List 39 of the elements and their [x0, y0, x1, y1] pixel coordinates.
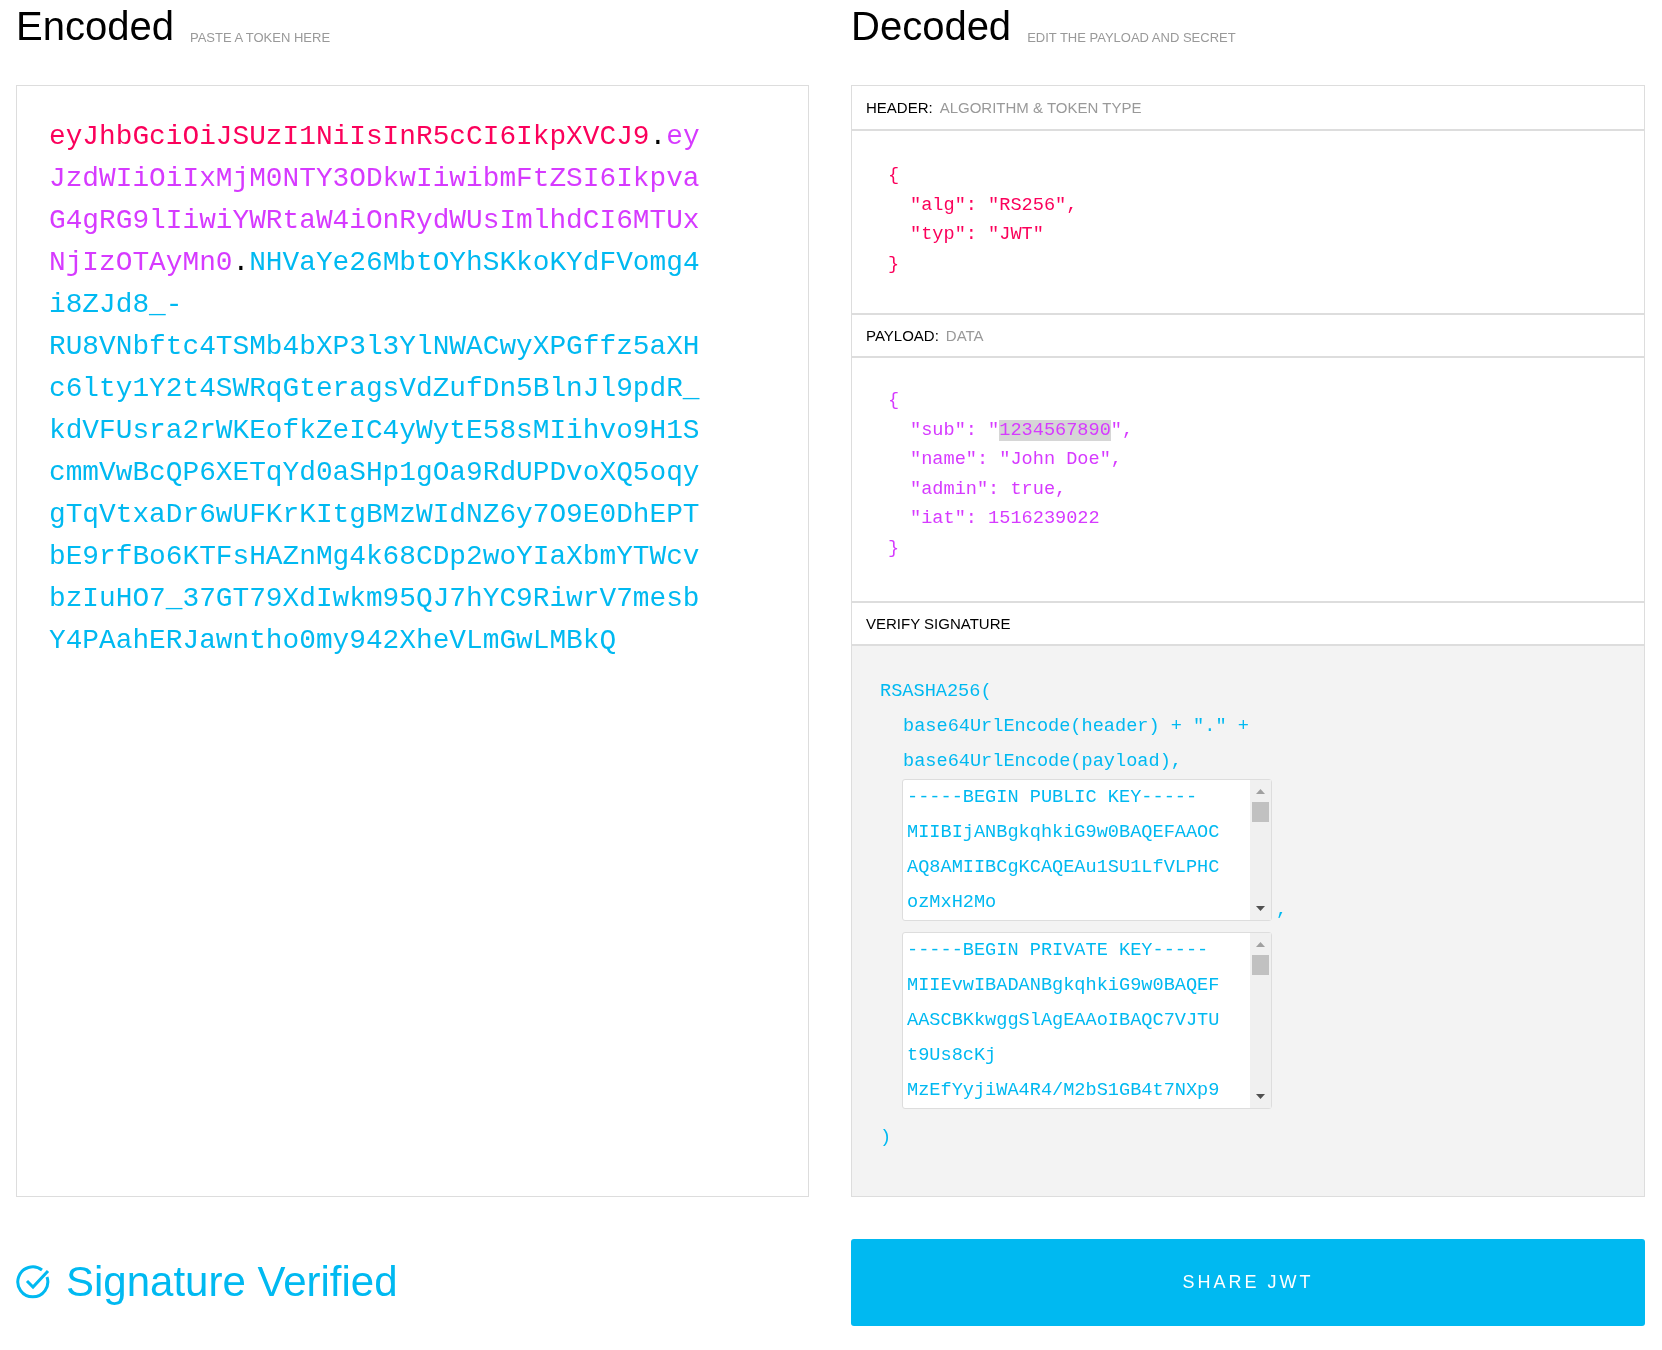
- code-line: {: [888, 164, 900, 188]
- private-key-field[interactable]: -----BEGIN PRIVATE KEY----- MIIEvwIBADANBgkqhkiG9w0BAQEF AASCBKkwggSlAgEAAoIBAQC7VJTU t9Us8cKj MzEfYyjiWA4R4/M2bS1GB4t7NXp9: [902, 932, 1272, 1109]
- section-label: HEADER:: [866, 99, 933, 116]
- code-line: RSASHA256(: [880, 680, 992, 704]
- key-line: MIIBIjANBgkqhkiG9w0BAQEFAAOC: [907, 821, 1220, 845]
- share-button[interactable]: SHARE JWT: [851, 1238, 1645, 1326]
- token-text: eyJhbGciOiJSUzI1NiIsInR5cCI6IkpXVCJ9.eyJzdWIiOiIxMjM0NTY3ODkwIiwibmFtZSI6IkpvaG4gRG9lIiwiYWRtaW4iOnRydWUsImlhdCI6MTUxNjIzOTAyMn0.NHVaYe26MbtOYhSKkoKYdFVomg4i8ZJd8_-RU8VNbftc4TSMb4bXP3l3YlNWACwyXPGffz5aXHc6lty1Y2t4SWRqGteragsVdZufDn5BlnJl9pdR_kdVFUsra2rWKEofkZeIC4yWytE58sMIihvo9H1ScmmVwBcQP6XETqYd0aSHp1gOa9RdUPDvoXQ5oqygTqVtxaDr6wUFKrKItgBMzWIdNZ6y7O9E0DhEPTbE9rfBo6KTFsHAZnMg4k68CDp2woYIaXbmYTWcvbzIuHO7_37GT79XdIwkm95QJ7hYC9RiwrV7mesbY4PAahERJawntho0my942XheVLmGwLMBkQ: [48, 120, 701, 658]
- code-line: ): [880, 1126, 892, 1150]
- key-line: AASCBKkwggSlAgEAAoIBAQC7VJTU: [907, 1009, 1220, 1033]
- key-line: ozMxH2Mo: [907, 891, 997, 915]
- code-line: "name": "John Doe",: [910, 448, 1122, 472]
- key-line: t9Us8cKj: [907, 1044, 997, 1068]
- code-line: "iat": 1516239022: [910, 507, 1100, 531]
- section-title: Encoded: [16, 6, 174, 46]
- code-line: "typ": "JWT": [910, 223, 1044, 247]
- section-sublabel: DATA: [945, 327, 984, 344]
- section-hint: PASTE A TOKEN HERE: [189, 30, 331, 45]
- code-line: {: [888, 389, 900, 413]
- status-text: Signature Verified: [66, 1258, 398, 1306]
- public-key-field[interactable]: -----BEGIN PUBLIC KEY----- MIIBIjANBgkqhkiG9w0BAQEFAAOC AQ8AMIIBCgKCAQEAu1SU1LfVLPHC ozMxH2Mo: [902, 779, 1272, 921]
- section-hint: EDIT THE PAYLOAD AND SECRET: [1027, 30, 1236, 45]
- code-line: }: [888, 536, 900, 561]
- section-title: Decoded: [851, 6, 1012, 46]
- code-line: base64UrlEncode(header) + "." +: [903, 715, 1249, 739]
- key-line: AQ8AMIIBCgKCAQEAu1SU1LfVLPHC: [907, 856, 1220, 880]
- section-label: VERIFY SIGNATURE: [866, 615, 1011, 632]
- key-line: MIIEvwIBADANBgkqhkiG9w0BAQEF: [907, 974, 1220, 998]
- code-line: "sub": "1234567890",: [910, 418, 1134, 443]
- section-sublabel: ALGORITHM & TOKEN TYPE: [939, 99, 1142, 116]
- code-line: ,: [1276, 901, 1288, 921]
- section-label: PAYLOAD:: [866, 327, 939, 344]
- code-line: "alg": "RS256",: [910, 193, 1078, 218]
- key-line: -----BEGIN PRIVATE KEY-----: [907, 939, 1209, 963]
- code-line: }: [888, 252, 900, 277]
- key-line: MzEfYyjiWA4R4/M2bS1GB4t7NXp9: [907, 1079, 1220, 1103]
- encoded-token-field[interactable]: [16, 85, 809, 1197]
- code-line: "admin": true,: [910, 477, 1067, 502]
- code-line: base64UrlEncode(payload),: [903, 750, 1182, 774]
- key-line: -----BEGIN PUBLIC KEY-----: [907, 786, 1198, 810]
